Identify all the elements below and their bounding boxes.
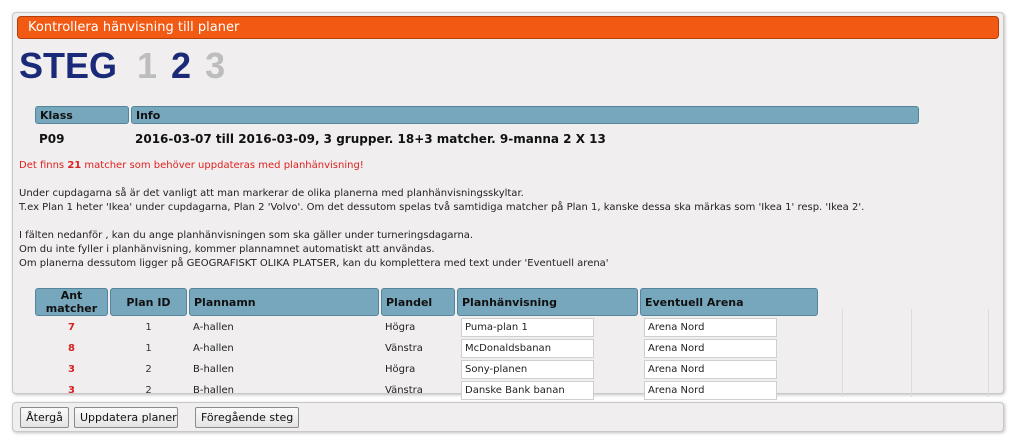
plan-reference-input[interactable] bbox=[461, 380, 594, 400]
arena-input[interactable] bbox=[644, 338, 777, 358]
update-plans-button[interactable]: Uppdatera planer bbox=[74, 407, 178, 428]
desc-line-2: T.ex Plan 1 heter 'Ikea' under cupdagarn… bbox=[19, 202, 865, 213]
match-count: 3 bbox=[68, 384, 75, 396]
plan-reference-input[interactable] bbox=[461, 359, 594, 379]
plan-part: Vänstra bbox=[385, 342, 423, 354]
notice-count: 21 bbox=[67, 160, 82, 171]
step-2-current: 2 bbox=[171, 45, 192, 86]
table-row: 7 1 A-hallen Högra bbox=[35, 317, 818, 337]
header-info: Info bbox=[131, 106, 919, 124]
plan-id: 2 bbox=[145, 363, 152, 375]
arena-input[interactable] bbox=[644, 380, 777, 400]
desc-line-1: Under cupdagarna så är det vanligt att m… bbox=[19, 188, 524, 199]
column-divider bbox=[988, 309, 989, 397]
update-notice: Det finns 21 matcher som behöver uppdate… bbox=[19, 160, 364, 171]
header-eventuell-arena: Eventuell Arena bbox=[640, 288, 818, 316]
table-row: 3 2 B-hallen Högra bbox=[35, 359, 818, 379]
step-label: STEG bbox=[19, 45, 118, 86]
plan-name: A-hallen bbox=[193, 342, 234, 354]
notice-prefix: Det finns bbox=[19, 160, 68, 171]
header-plannamn: Plannamn bbox=[189, 288, 379, 316]
main-panel: Kontrollera hänvisning till planer STEG 1… bbox=[12, 12, 1004, 400]
desc-line-3: I fälten nedanför , kan du ange planhänv… bbox=[19, 230, 474, 241]
plan-name: B-hallen bbox=[193, 363, 234, 375]
plan-reference-input[interactable] bbox=[461, 338, 594, 358]
back-button[interactable]: Återgå bbox=[20, 407, 69, 428]
header-klass: Klass bbox=[35, 106, 129, 124]
plan-name: B-hallen bbox=[193, 384, 234, 396]
plan-id: 1 bbox=[145, 342, 152, 354]
header-plan-id: Plan ID bbox=[110, 288, 187, 316]
desc-line-4: Om du inte fyller i planhänvisning, komm… bbox=[19, 244, 435, 255]
column-divider bbox=[842, 309, 843, 397]
plan-part: Vänstra bbox=[385, 384, 423, 396]
plan-name: A-hallen bbox=[193, 321, 234, 333]
arena-input[interactable] bbox=[644, 359, 777, 379]
plan-part: Högra bbox=[385, 363, 416, 375]
plan-id: 2 bbox=[145, 384, 152, 396]
match-count: 7 bbox=[68, 321, 75, 333]
column-divider bbox=[911, 309, 912, 397]
header-planhanvisning: Planhänvisning bbox=[457, 288, 638, 316]
match-count: 3 bbox=[68, 363, 75, 375]
step-3: 3 bbox=[205, 45, 226, 86]
notice-suffix: matcher som behöver uppdateras med planh… bbox=[81, 160, 364, 171]
class-details: 2016-03-07 till 2016-03-09, 3 grupper. 1… bbox=[135, 132, 606, 146]
arena-input[interactable] bbox=[644, 317, 777, 337]
step-1: 1 bbox=[137, 45, 158, 86]
plans-table: Ant matcher Plan ID Plannamn Plandel Pla… bbox=[33, 287, 820, 401]
panel-title: Kontrollera hänvisning till planer bbox=[17, 16, 999, 39]
header-ant-matcher: Ant matcher bbox=[35, 288, 108, 316]
plan-part: Högra bbox=[385, 321, 416, 333]
previous-step-button[interactable]: Föregående steg bbox=[195, 407, 299, 428]
plan-reference-input[interactable] bbox=[461, 317, 594, 337]
class-info-table: Klass Info P09 2016-03-07 till 2016-03-0… bbox=[33, 104, 921, 150]
footer-toolbar: Återgå Uppdatera planer Föregående steg bbox=[12, 402, 1004, 432]
step-indicator: STEG 1 2 3 bbox=[19, 46, 239, 86]
header-plandel: Plandel bbox=[381, 288, 455, 316]
match-count: 8 bbox=[68, 342, 75, 354]
plan-id: 1 bbox=[145, 321, 152, 333]
class-name: P09 bbox=[39, 132, 65, 146]
desc-line-5: Om planerna dessutom ligger på GEOGRAFIS… bbox=[19, 258, 609, 269]
table-row: 3 2 B-hallen Vänstra bbox=[35, 380, 818, 400]
table-row: 8 1 A-hallen Vänstra bbox=[35, 338, 818, 358]
